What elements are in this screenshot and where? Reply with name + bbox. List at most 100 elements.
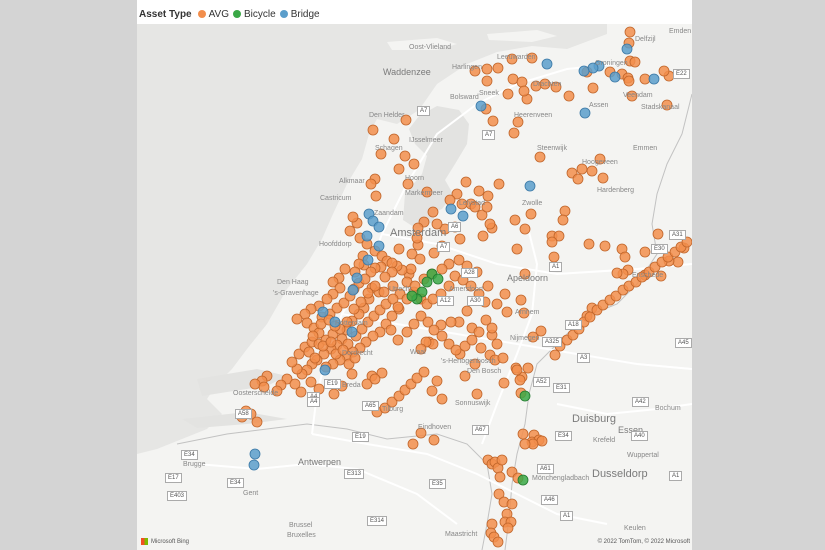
asset-marker-avg[interactable] — [481, 63, 493, 75]
asset-marker-avg[interactable] — [347, 211, 359, 223]
asset-marker-avg[interactable] — [502, 88, 514, 100]
asset-marker-avg[interactable] — [522, 362, 534, 374]
asset-marker-avg[interactable] — [393, 163, 405, 175]
asset-marker-bridge[interactable] — [347, 284, 359, 296]
asset-marker-avg[interactable] — [405, 263, 417, 275]
asset-marker-avg[interactable] — [388, 133, 400, 145]
asset-marker-avg[interactable] — [629, 56, 641, 68]
legend-item-avg[interactable]: AVG — [197, 9, 229, 20]
asset-marker-avg[interactable] — [325, 336, 337, 348]
asset-marker-bridge[interactable] — [317, 306, 329, 318]
asset-marker-avg[interactable] — [339, 263, 351, 275]
asset-marker-bridge[interactable] — [648, 73, 660, 85]
asset-marker-avg[interactable] — [460, 176, 472, 188]
asset-marker-avg[interactable] — [480, 314, 492, 326]
asset-marker-avg[interactable] — [477, 230, 489, 242]
asset-marker-avg[interactable] — [487, 115, 499, 127]
asset-marker-avg[interactable] — [392, 334, 404, 346]
asset-marker-avg[interactable] — [251, 416, 263, 428]
asset-marker-avg[interactable] — [369, 280, 381, 292]
asset-marker-avg[interactable] — [379, 271, 391, 283]
asset-marker-avg[interactable] — [672, 256, 684, 268]
asset-marker-avg[interactable] — [572, 173, 584, 185]
asset-marker-avg[interactable] — [546, 236, 558, 248]
legend-item-bicycle[interactable]: Bicycle — [233, 9, 276, 20]
asset-marker-avg[interactable] — [623, 75, 635, 87]
asset-marker-avg[interactable] — [499, 288, 511, 300]
asset-marker-avg[interactable] — [453, 254, 465, 266]
asset-marker-bridge[interactable] — [346, 326, 358, 338]
asset-marker-avg[interactable] — [386, 257, 398, 269]
asset-marker-avg[interactable] — [491, 298, 503, 310]
asset-marker-avg[interactable] — [506, 498, 518, 510]
asset-marker-avg[interactable] — [493, 178, 505, 190]
asset-marker-avg[interactable] — [559, 205, 571, 217]
asset-marker-avg[interactable] — [563, 90, 575, 102]
asset-marker-avg[interactable] — [519, 438, 531, 450]
asset-marker-bridge[interactable] — [319, 364, 331, 376]
asset-marker-avg[interactable] — [517, 428, 529, 440]
asset-marker-avg[interactable] — [516, 76, 528, 88]
asset-marker-avg[interactable] — [491, 338, 503, 350]
asset-marker-avg[interactable] — [444, 194, 456, 206]
asset-marker-avg[interactable] — [492, 62, 504, 74]
asset-marker-avg[interactable] — [295, 386, 307, 398]
asset-marker-avg[interactable] — [501, 306, 513, 318]
asset-marker-avg[interactable] — [548, 251, 560, 263]
asset-marker-bicycle[interactable] — [519, 390, 531, 402]
asset-marker-avg[interactable] — [496, 454, 508, 466]
asset-marker-bridge[interactable] — [457, 210, 469, 222]
asset-marker-avg[interactable] — [408, 158, 420, 170]
asset-marker-avg[interactable] — [426, 385, 438, 397]
asset-marker-avg[interactable] — [393, 243, 405, 255]
asset-marker-avg[interactable] — [445, 316, 457, 328]
asset-marker-bridge[interactable] — [373, 240, 385, 252]
asset-marker-bridge[interactable] — [609, 71, 621, 83]
asset-marker-avg[interactable] — [344, 225, 356, 237]
asset-marker-bridge[interactable] — [475, 100, 487, 112]
asset-marker-avg[interactable] — [619, 251, 631, 263]
asset-marker-avg[interactable] — [519, 223, 531, 235]
asset-marker-avg[interactable] — [511, 364, 523, 376]
asset-marker-avg[interactable] — [407, 438, 419, 450]
asset-marker-avg[interactable] — [515, 294, 527, 306]
asset-marker-avg[interactable] — [436, 263, 448, 275]
asset-marker-bicycle[interactable] — [517, 474, 529, 486]
legend-item-bridge[interactable]: Bridge — [279, 9, 320, 20]
asset-marker-avg[interactable] — [321, 293, 333, 305]
asset-marker-avg[interactable] — [611, 267, 623, 279]
asset-marker-avg[interactable] — [369, 373, 381, 385]
asset-marker-bridge[interactable] — [248, 459, 260, 471]
asset-marker-bridge[interactable] — [579, 107, 591, 119]
asset-marker-bridge[interactable] — [362, 254, 374, 266]
asset-marker-avg[interactable] — [658, 65, 670, 77]
asset-marker-bridge[interactable] — [524, 180, 536, 192]
asset-marker-avg[interactable] — [587, 82, 599, 94]
asset-marker-avg[interactable] — [401, 326, 413, 338]
asset-marker-avg[interactable] — [365, 178, 377, 190]
asset-marker-avg[interactable] — [498, 377, 510, 389]
asset-marker-avg[interactable] — [583, 238, 595, 250]
asset-marker-avg[interactable] — [370, 190, 382, 202]
asset-marker-avg[interactable] — [509, 214, 521, 226]
asset-marker-avg[interactable] — [536, 435, 548, 447]
asset-marker-avg[interactable] — [508, 127, 520, 139]
asset-marker-avg[interactable] — [624, 26, 636, 38]
asset-marker-bridge[interactable] — [621, 43, 633, 55]
asset-marker-avg[interactable] — [309, 352, 321, 364]
asset-marker-avg[interactable] — [286, 356, 298, 368]
asset-marker-avg[interactable] — [549, 349, 561, 361]
asset-marker-avg[interactable] — [408, 318, 420, 330]
asset-marker-avg[interactable] — [639, 246, 651, 258]
asset-marker-avg[interactable] — [307, 330, 319, 342]
asset-marker-avg[interactable] — [475, 342, 487, 354]
asset-marker-avg[interactable] — [436, 393, 448, 405]
asset-marker-avg[interactable] — [599, 240, 611, 252]
asset-marker-avg[interactable] — [473, 326, 485, 338]
asset-marker-avg[interactable] — [461, 305, 473, 317]
asset-marker-avg[interactable] — [557, 214, 569, 226]
asset-marker-avg[interactable] — [436, 330, 448, 342]
asset-marker-bicycle[interactable] — [421, 276, 433, 288]
asset-marker-bridge[interactable] — [351, 272, 363, 284]
asset-marker-avg[interactable] — [427, 206, 439, 218]
